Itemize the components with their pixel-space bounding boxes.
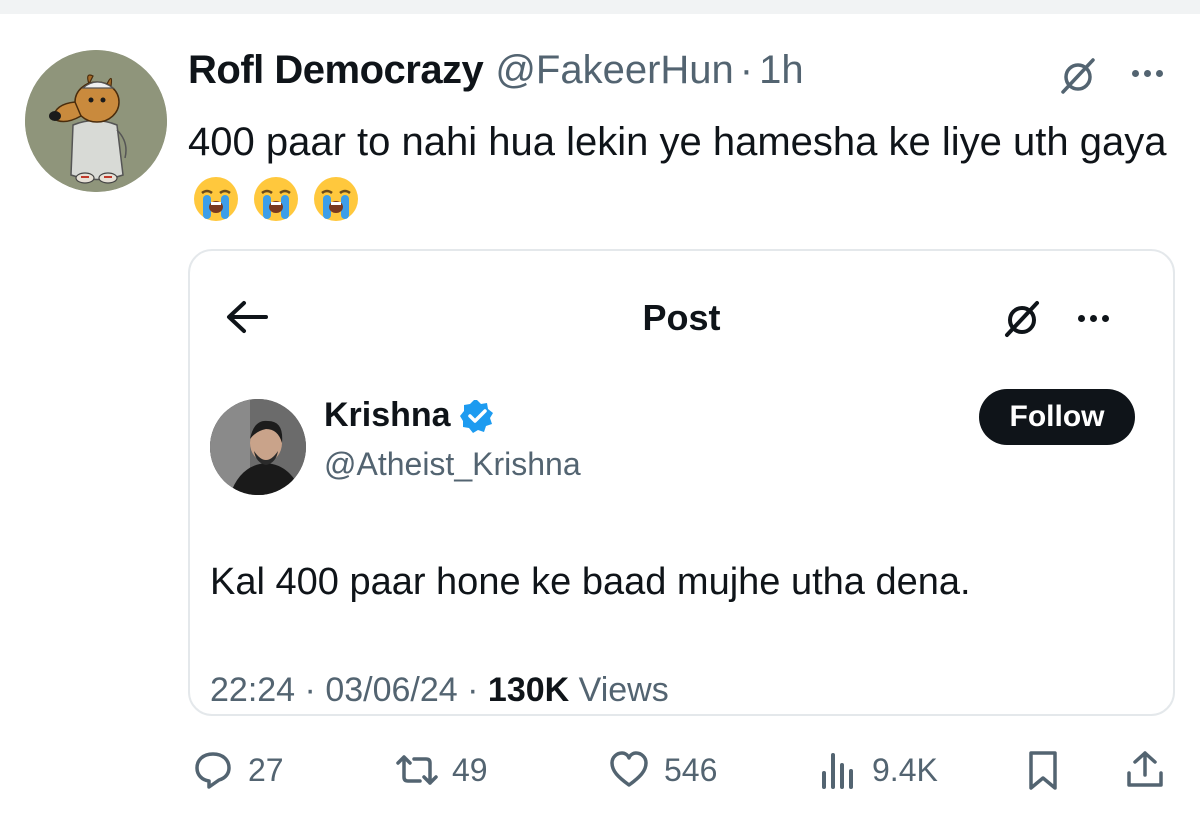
quoted-author-name-row: Krishna [324,396,495,435]
author-avatar[interactable] [25,50,167,192]
tweet-header: Rofl Democrazy @FakeerHun · 1h [188,48,804,100]
top-bar [0,0,1200,14]
share-button[interactable] [1124,740,1166,800]
grok-icon[interactable] [1058,56,1098,96]
bookmark-icon [1029,751,1057,790]
like-count: 546 [664,751,718,788]
more-options-icon[interactable] [1132,70,1163,77]
like-button[interactable]: 546 [608,740,717,800]
quoted-author-name[interactable]: Krishna [324,396,451,435]
more-options-icon[interactable] [1078,315,1109,322]
analytics-icon [822,753,853,789]
person-photo [210,399,306,495]
bookmark-button[interactable] [1022,740,1064,800]
quoted-post-time: 22:24 [210,671,296,709]
repost-button[interactable]: 49 [396,740,488,800]
header-separator: · [739,48,754,92]
quoted-views-label: Views [578,671,669,709]
meta-separator: · [304,671,316,709]
tweet-text: 400 paar to nahi hua lekin ye hamesha ke… [188,120,1167,164]
quoted-author-avatar[interactable] [210,399,306,495]
quoted-post-card[interactable]: Post Krishna @Atheist_Krishna Follow Kal… [188,249,1175,716]
verified-badge-icon [459,399,493,433]
author-handle[interactable]: @FakeerHun [495,48,733,93]
repost-count: 49 [452,751,488,788]
quoted-post-date: 03/06/24 [325,671,458,709]
views-button[interactable]: 9.4K [816,740,938,800]
heart-icon [610,751,648,787]
dog-character-illustration [25,50,167,192]
author-display-name[interactable]: Rofl Democrazy [188,48,484,93]
quoted-post-meta: 22:24 · 03/06/24 · 130K Views [210,671,669,710]
loudly-crying-face-icon [314,177,358,221]
quoted-views-count: 130K [487,671,570,709]
meta-separator: · [467,671,479,709]
tweet-timestamp[interactable]: 1h [759,48,804,93]
tweet-action-bar: 27 49 546 9.4K [188,740,1178,800]
grok-icon[interactable] [1002,299,1042,339]
quoted-post-text: Kal 400 paar hone ke baad mujhe utha den… [210,561,971,603]
reply-button[interactable]: 27 [192,740,284,800]
quoted-author-handle[interactable]: @Atheist_Krishna [324,446,581,483]
views-count: 9.4K [872,751,938,788]
repost-icon [396,755,438,785]
reply-count: 27 [248,751,284,788]
tweet-body: 400 paar to nahi hua lekin ye hamesha ke… [188,112,1178,232]
reply-icon [195,752,231,789]
loudly-crying-face-icon [254,177,298,221]
loudly-crying-face-icon [194,177,238,221]
follow-button[interactable]: Follow [979,389,1135,445]
share-icon [1127,751,1163,787]
